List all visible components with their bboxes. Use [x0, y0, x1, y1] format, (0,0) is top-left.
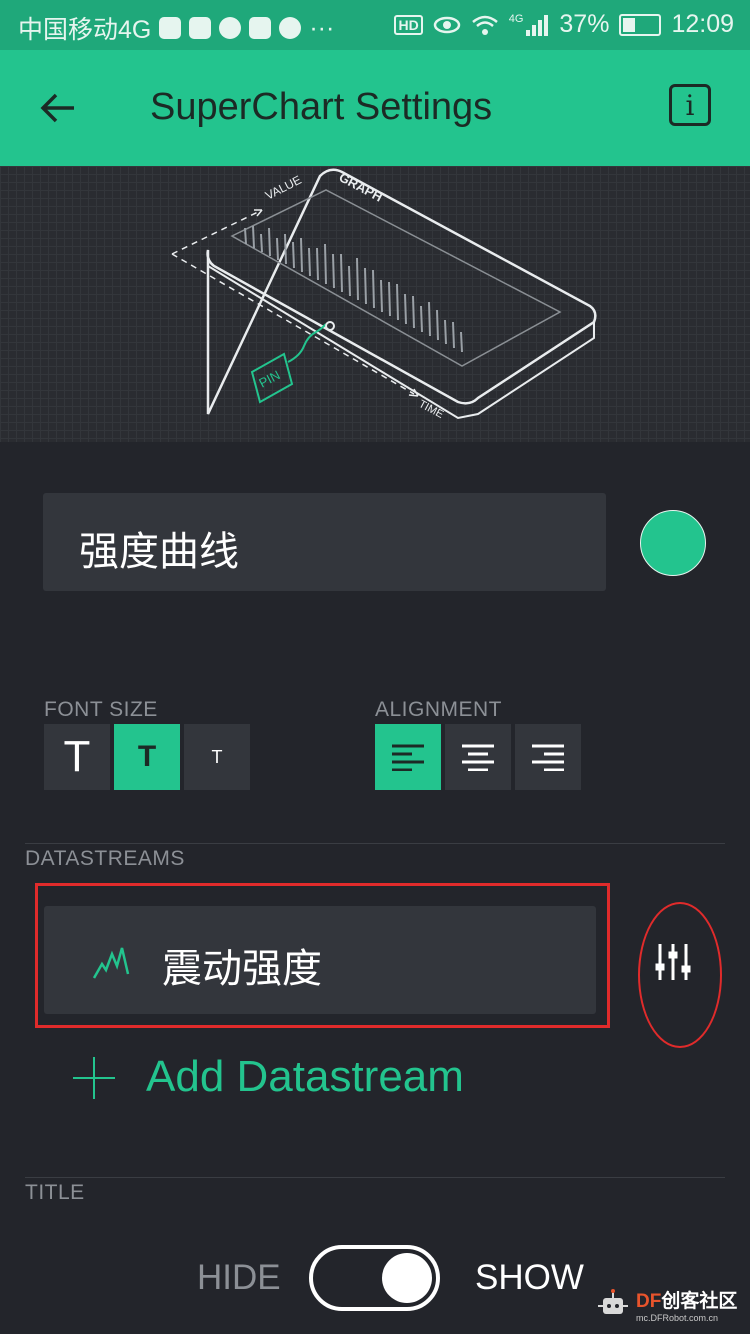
- graph-device-illustration: VALUE GRAPH TIME PIN: [171, 168, 597, 421]
- font-size-medium-glyph: T: [137, 740, 157, 773]
- font-size-large-button[interactable]: T: [44, 724, 110, 790]
- back-arrow-icon[interactable]: [38, 88, 78, 128]
- dfrobot-watermark: DF创客社区 mc.DFRobot.com.cn: [596, 1286, 737, 1323]
- widget-name-input[interactable]: 强度曲线: [43, 493, 606, 591]
- section-divider: [25, 1177, 725, 1178]
- robot-logo-icon: [598, 1288, 628, 1314]
- network-type: 4G: [508, 12, 524, 25]
- align-left-button[interactable]: [375, 724, 441, 790]
- carrier-text: 中国移动4G: [18, 16, 152, 44]
- alignment-selector: [375, 724, 581, 790]
- font-size-small-button[interactable]: T: [184, 724, 250, 790]
- align-right-button[interactable]: [515, 724, 581, 790]
- font-size-medium-button[interactable]: T: [114, 724, 180, 790]
- title-label: TITLE: [25, 1181, 85, 1204]
- chat-bubble-icon: [219, 17, 242, 39]
- font-size-label: FONT SIZE: [44, 698, 158, 721]
- camera-app-icon: [249, 17, 272, 39]
- app-bar: SuperChart Settings i: [0, 50, 750, 166]
- superchart-illustration: VALUE GRAPH TIME PIN: [0, 166, 750, 442]
- section-divider: [25, 843, 725, 844]
- clock: 12:09: [671, 10, 734, 38]
- align-center-icon: [462, 744, 494, 771]
- info-icon: i: [685, 89, 695, 122]
- eye-icon: [433, 16, 460, 33]
- watermark-url: mc.DFRobot.com.cn: [636, 1313, 719, 1323]
- send-app-icon: [279, 17, 302, 39]
- font-size-small-glyph: T: [211, 746, 223, 767]
- hide-option-label: HIDE: [197, 1258, 281, 1297]
- iqiyi-icon: [189, 17, 212, 39]
- highlight-annotation-oval: [638, 902, 722, 1048]
- watermark-df: DF: [636, 1291, 662, 1312]
- battery-percent: 37%: [559, 10, 610, 38]
- align-center-button[interactable]: [445, 724, 511, 790]
- battery-icon: [619, 13, 662, 36]
- widget-name-value: 强度曲线: [79, 530, 239, 574]
- highlight-annotation-rect: [35, 883, 610, 1028]
- datastreams-label: DATASTREAMS: [25, 847, 185, 870]
- show-option-label: SHOW: [475, 1258, 584, 1297]
- alignment-label: ALIGNMENT: [375, 698, 503, 721]
- plus-icon: [72, 1055, 116, 1099]
- toggle-knob: [382, 1253, 432, 1303]
- title-visibility-toggle[interactable]: [309, 1245, 440, 1311]
- font-size-selector: T T T: [44, 724, 250, 790]
- page-title: SuperChart Settings: [150, 86, 493, 128]
- add-datastream-button[interactable]: Add Datastream: [72, 1052, 464, 1102]
- add-datastream-label: Add Datastream: [146, 1052, 464, 1101]
- pin-label: PIN: [256, 367, 282, 390]
- align-right-icon: [532, 744, 564, 771]
- color-picker-button[interactable]: [640, 510, 706, 576]
- info-button[interactable]: i: [669, 84, 711, 126]
- signal-icon: [526, 14, 549, 36]
- more-notifications-icon: ···: [309, 13, 335, 42]
- notification-app-icon: [159, 17, 182, 39]
- hd-badge: HD: [394, 14, 423, 35]
- align-left-icon: [392, 744, 424, 771]
- status-bar: 中国移动4G ··· HD 4G 37% 12:09: [0, 0, 750, 50]
- watermark-main: 创客社区: [661, 1291, 738, 1312]
- value-axis-label: VALUE: [263, 173, 304, 203]
- wifi-icon: [471, 15, 498, 35]
- font-size-large-glyph: T: [63, 732, 91, 781]
